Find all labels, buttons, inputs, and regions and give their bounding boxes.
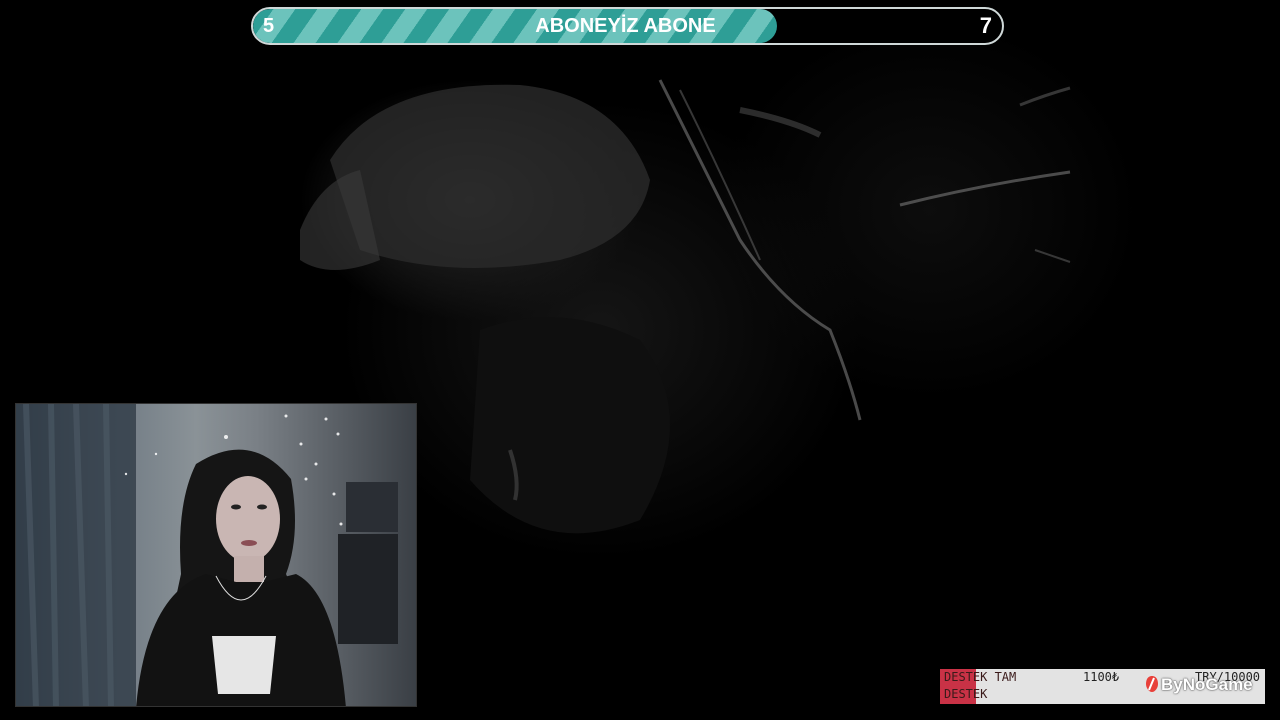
subscriber-goal-bar: 5 ABONEYİZ ABONE 7 — [251, 7, 1004, 45]
donation-label: DESTEK — [944, 687, 988, 701]
goal-title-text: ABONEYİZ ABONE — [535, 15, 716, 37]
bynogame-brand-text: ByNoGame — [1161, 675, 1253, 694]
donation-widget: DESTEK TAM DESTEK 1100₺ TRY/10000 ByNoGa… — [940, 669, 1265, 704]
streamer-webcam — [15, 403, 417, 707]
donation-label-full: DESTEK TAM — [944, 670, 1017, 684]
goal-title: ABONEYİZ ABONE — [253, 9, 1002, 43]
goal-end-value: 7 — [979, 13, 992, 38]
bynogame-brand: ByNoGame — [1145, 675, 1253, 695]
webcam-feed — [16, 404, 398, 706]
donation-amount: 1100₺ — [1083, 670, 1120, 684]
bynogame-logo-icon — [1146, 676, 1158, 692]
